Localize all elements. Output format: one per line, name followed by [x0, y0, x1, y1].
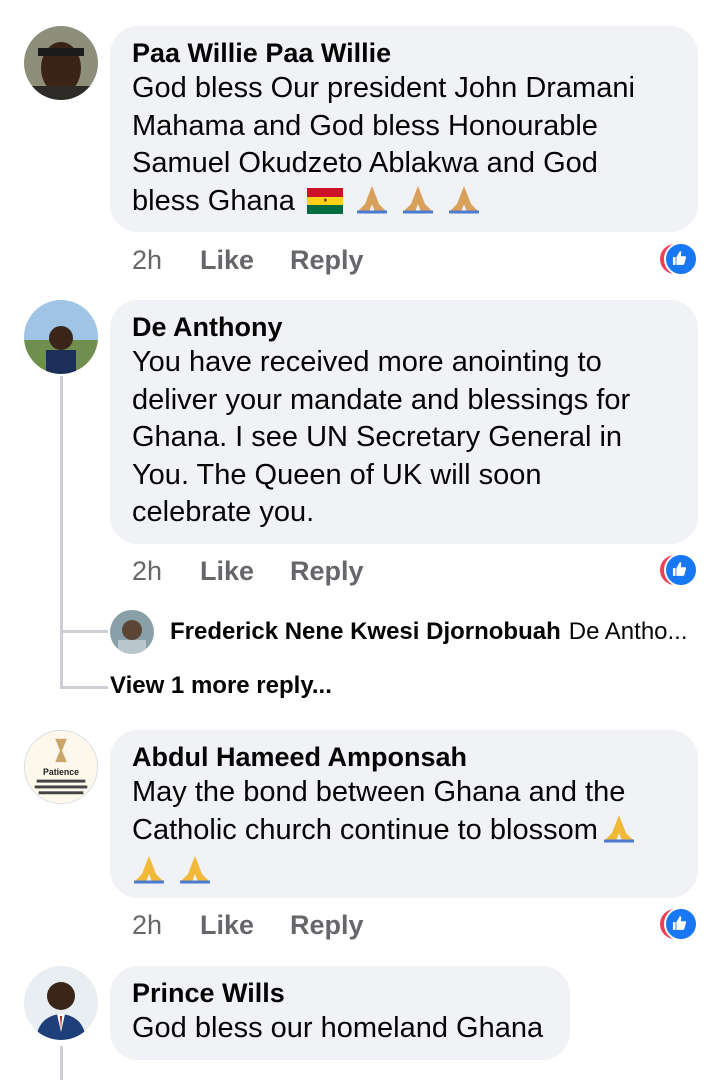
comment-text-line: You have received more anointing to: [132, 346, 602, 378]
comment-text-line: Ghana. I see UN Secretary General in: [132, 421, 623, 453]
comment-text-line: bless Ghana: [132, 184, 295, 217]
folded-hands-icon: [355, 184, 389, 225]
reply-button[interactable]: Reply: [290, 907, 364, 943]
reply-preview[interactable]: Frederick Nene Kwesi Djornobuah De Antho…: [110, 610, 688, 654]
comment-text-line: Samuel Okudzeto Ablakwa and God: [132, 147, 598, 179]
reaction-summary[interactable]: 26: [657, 907, 698, 943]
folded-hands-icon: [178, 854, 212, 895]
reply-snippet: De Antho...: [568, 618, 688, 645]
avatar[interactable]: [24, 300, 98, 374]
comment-author[interactable]: Paa Willie Paa Willie: [132, 36, 674, 70]
reply-button[interactable]: Reply: [290, 242, 364, 278]
avatar-text: Patience: [43, 767, 79, 777]
comment-text-line: celebrate you.: [132, 496, 315, 528]
comment-bubble: De Anthony You have received more anoint…: [110, 300, 698, 544]
comment-text-line: You. The Queen of UK will soon: [132, 458, 542, 491]
comment-bubble: Prince Wills God bless our homeland Ghan…: [110, 966, 570, 1060]
comment-text-last-line: bless Ghana: [132, 183, 674, 225]
like-button[interactable]: Like: [200, 907, 254, 943]
comment-text-line: May the bond between Ghana and the: [132, 776, 626, 808]
comment-text-line: deliver your mandate and blessings for: [132, 383, 631, 416]
comment-text-line: God bless Our president John Dramani: [132, 72, 635, 104]
comment-actions: 2h Like Reply 33: [132, 242, 698, 278]
reaction-summary[interactable]: 28: [657, 553, 698, 589]
like-reaction-icon: [663, 553, 698, 587]
comment-text-line: Mahama and God bless Honourable: [132, 109, 598, 142]
reply-author[interactable]: Frederick Nene Kwesi Djornobuah: [170, 618, 561, 646]
folded-hands-icon: [132, 854, 166, 895]
comment-text-line: God bless our homeland Ghana: [132, 1012, 544, 1044]
folded-hands-icon: [401, 184, 435, 225]
thread-connector: [60, 630, 108, 633]
timestamp[interactable]: 2h: [132, 242, 162, 278]
avatar[interactable]: [24, 26, 98, 100]
like-button[interactable]: Like: [200, 242, 254, 278]
avatar[interactable]: [24, 966, 98, 1040]
thread-line: [60, 376, 63, 688]
comment-actions: 2h Like Reply 26: [132, 907, 698, 943]
view-more-replies-link[interactable]: View 1 more reply...: [110, 672, 332, 700]
folded-hands-icon: [447, 184, 481, 225]
avatar[interactable]: Patience: [24, 730, 98, 804]
comment-text-last-line: Catholic church continue to blossom: [132, 812, 674, 854]
avatar[interactable]: [110, 610, 154, 654]
emoji-line: [132, 853, 674, 895]
comment-bubble: Abdul Hameed Amponsah May the bond betwe…: [110, 730, 698, 898]
comment-author[interactable]: Abdul Hameed Amponsah: [132, 740, 674, 774]
like-button[interactable]: Like: [200, 553, 254, 589]
comment-actions: 2h Like Reply 28: [132, 553, 698, 589]
like-reaction-icon: [663, 907, 698, 941]
comment-text-line: Catholic church continue to blossom: [132, 813, 598, 846]
reply-button[interactable]: Reply: [290, 553, 364, 589]
ghana-flag-icon: [306, 187, 343, 225]
reaction-summary[interactable]: 33: [657, 242, 698, 278]
timestamp[interactable]: 2h: [132, 907, 162, 943]
folded-hands-icon: [602, 813, 636, 854]
timestamp[interactable]: 2h: [132, 553, 162, 589]
comment-author[interactable]: Prince Wills: [132, 976, 546, 1010]
thread-line: [60, 1046, 63, 1080]
like-reaction-icon: [663, 242, 698, 276]
comment-author[interactable]: De Anthony: [132, 310, 674, 344]
comment-bubble: Paa Willie Paa Willie God bless Our pres…: [110, 26, 698, 232]
thread-connector: [60, 686, 108, 689]
